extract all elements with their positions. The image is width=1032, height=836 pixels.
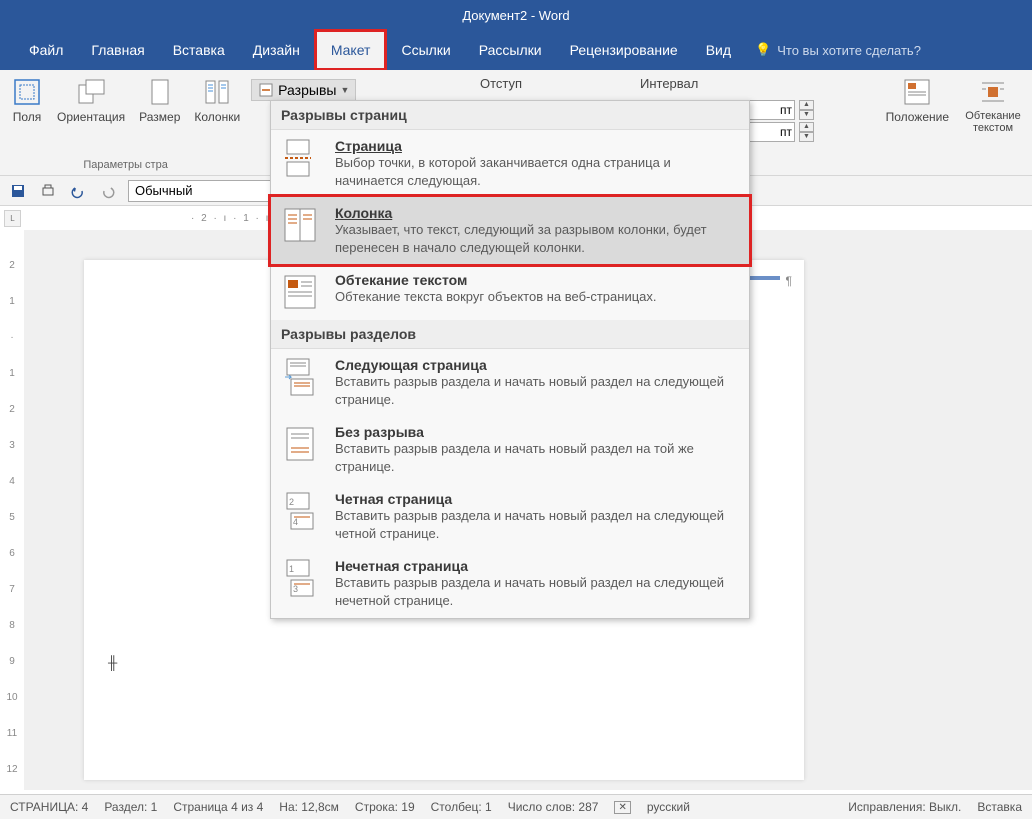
break-page-title: Страница — [335, 138, 739, 154]
save-button[interactable] — [8, 181, 28, 201]
break-oddpage-title: Нечетная страница — [335, 558, 739, 574]
break-textwrap-item[interactable]: Обтекание текстом Обтекание текста вокру… — [271, 264, 749, 320]
print-preview-button[interactable] — [38, 181, 58, 201]
lightbulb-icon: 💡 — [755, 42, 771, 58]
columns-icon — [201, 76, 233, 108]
position-label: Положение — [886, 110, 949, 124]
breaks-dropdown: Разрывы страниц Страница Выбор точки, в … — [270, 100, 750, 619]
title-bar: Документ2 - Word — [0, 0, 1032, 30]
orientation-icon — [75, 76, 107, 108]
status-track-changes[interactable]: Исправления: Выкл. — [848, 800, 961, 814]
column-break-icon — [281, 205, 321, 245]
breaks-dropdown-button[interactable]: Разрывы ▼ — [251, 79, 356, 101]
chevron-down-icon: ▼ — [340, 85, 349, 95]
status-insert-mode[interactable]: Вставка — [977, 800, 1022, 814]
position-button[interactable]: Положение — [882, 74, 953, 136]
page-setup-group: Поля Ориентация Размер Колонки — [5, 74, 246, 175]
break-evenpage-desc: Вставить разрыв раздела и начать новый р… — [335, 507, 739, 542]
break-column-desc: Указывает, что текст, следующий за разры… — [335, 221, 739, 256]
ruler-corner[interactable]: L — [4, 210, 21, 227]
ribbon-tabs: Файл Главная Вставка Дизайн Макет Ссылки… — [0, 30, 1032, 70]
tab-home[interactable]: Главная — [77, 32, 158, 68]
interval-header: Интервал — [640, 76, 790, 91]
status-lang[interactable]: русский — [647, 800, 690, 814]
continuous-break-icon — [281, 424, 321, 464]
break-page-item[interactable]: Страница Выбор точки, в которой заканчив… — [271, 130, 749, 197]
page-breaks-header: Разрывы страниц — [271, 101, 749, 130]
window-title: Документ2 - Word — [462, 8, 569, 23]
break-nextpage-desc: Вставить разрыв раздела и начать новый р… — [335, 373, 739, 408]
tab-review[interactable]: Рецензирование — [556, 32, 692, 68]
textwrap-break-icon — [281, 272, 321, 312]
page-break-icon — [281, 138, 321, 178]
redo-button[interactable] — [98, 181, 118, 201]
evenpage-break-icon: 24 — [281, 491, 321, 531]
orientation-button[interactable]: Ориентация — [53, 74, 129, 126]
oddpage-break-icon: 13 — [281, 558, 321, 598]
status-bar: СТРАНИЦА: 4 Раздел: 1 Страница 4 из 4 На… — [0, 794, 1032, 819]
size-button[interactable]: Размер — [135, 74, 184, 126]
break-column-title: Колонка — [335, 205, 739, 221]
break-continuous-item[interactable]: Без разрыва Вставить разрыв раздела и на… — [271, 416, 749, 483]
tab-file[interactable]: Файл — [15, 32, 77, 68]
status-words[interactable]: Число слов: 287 — [508, 800, 599, 814]
ruler-vertical[interactable]: 21·12345678910111213 — [0, 230, 24, 790]
tab-layout[interactable]: Макет — [314, 29, 388, 71]
tab-view[interactable]: Вид — [692, 32, 745, 68]
break-oddpage-desc: Вставить разрыв раздела и начать новый р… — [335, 574, 739, 609]
columns-button[interactable]: Колонки — [190, 74, 244, 126]
margins-button[interactable]: Поля — [7, 74, 47, 126]
wrap-text-icon — [977, 76, 1009, 108]
break-evenpage-item[interactable]: 24 Четная страница Вставить разрыв разде… — [271, 483, 749, 550]
margins-icon — [11, 76, 43, 108]
break-continuous-title: Без разрыва — [335, 424, 739, 440]
svg-text:1: 1 — [289, 564, 294, 574]
break-continuous-desc: Вставить разрыв раздела и начать новый р… — [335, 440, 739, 475]
size-label: Размер — [139, 110, 180, 124]
svg-text:3: 3 — [293, 584, 298, 594]
break-page-desc: Выбор точки, в которой заканчивается одн… — [335, 154, 739, 189]
undo-button[interactable] — [68, 181, 88, 201]
tab-design[interactable]: Дизайн — [239, 32, 314, 68]
orientation-label: Ориентация — [57, 110, 125, 124]
status-at[interactable]: На: 12,8см — [279, 800, 339, 814]
section-breaks-header: Разрывы разделов — [271, 320, 749, 349]
break-oddpage-item[interactable]: 13 Нечетная страница Вставить разрыв раз… — [271, 550, 749, 617]
break-nextpage-item[interactable]: Следующая страница Вставить разрыв разде… — [271, 349, 749, 416]
svg-text:2: 2 — [289, 497, 294, 507]
position-icon — [901, 76, 933, 108]
break-column-item[interactable]: Колонка Указывает, что текст, следующий … — [271, 197, 749, 264]
tab-references[interactable]: Ссылки — [387, 32, 464, 68]
status-page-of[interactable]: Страница 4 из 4 — [173, 800, 263, 814]
nextpage-break-icon — [281, 357, 321, 397]
spacing-after-spinner[interactable]: ▲▼ — [799, 122, 814, 142]
cursor-mark: ╫ — [108, 655, 117, 670]
size-icon — [144, 76, 176, 108]
style-value: Обычный — [135, 183, 192, 198]
tab-mailings[interactable]: Рассылки — [465, 32, 556, 68]
pilcrow-icon: ¶ — [786, 274, 792, 288]
wrap-text-label: Обтекание текстом — [963, 110, 1023, 134]
proofing-icon[interactable]: ✕ — [614, 801, 630, 814]
indent-header: Отступ — [480, 76, 630, 91]
status-section[interactable]: Раздел: 1 — [104, 800, 157, 814]
tell-me-placeholder: Что вы хотите сделать? — [777, 43, 921, 58]
style-selector[interactable]: Обычный — [128, 180, 283, 202]
break-textwrap-desc: Обтекание текста вокруг объектов на веб-… — [335, 288, 739, 306]
breaks-label: Разрывы — [278, 82, 336, 98]
spacing-before-spinner[interactable]: ▲▼ — [799, 100, 814, 120]
tab-insert[interactable]: Вставка — [159, 32, 239, 68]
break-nextpage-title: Следующая страница — [335, 357, 739, 373]
status-col[interactable]: Столбец: 1 — [431, 800, 492, 814]
margins-label: Поля — [13, 110, 42, 124]
break-evenpage-title: Четная страница — [335, 491, 739, 507]
page-setup-label: Параметры стра — [83, 159, 167, 175]
break-textwrap-title: Обтекание текстом — [335, 272, 739, 288]
columns-label: Колонки — [194, 110, 240, 124]
tell-me-search[interactable]: 💡 Что вы хотите сделать? — [755, 42, 921, 58]
svg-text:4: 4 — [293, 517, 298, 527]
status-line[interactable]: Строка: 19 — [355, 800, 415, 814]
wrap-text-button[interactable]: Обтекание текстом — [959, 74, 1027, 136]
status-page[interactable]: СТРАНИЦА: 4 — [10, 800, 88, 814]
